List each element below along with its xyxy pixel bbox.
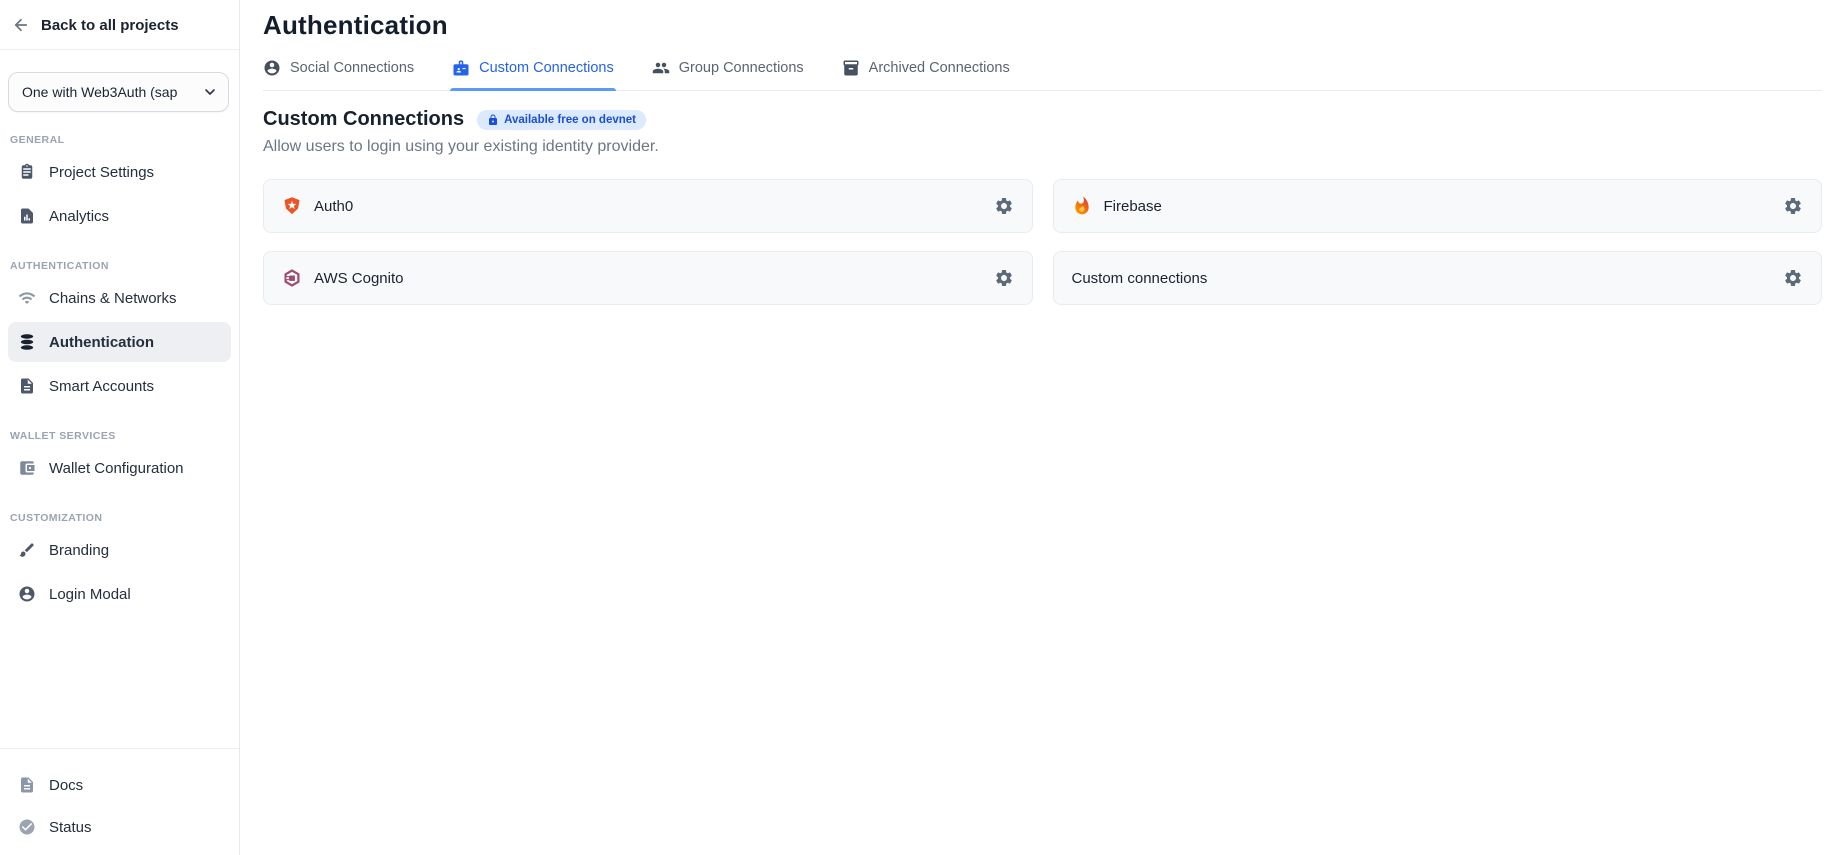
card-label: Custom connections [1072, 270, 1208, 287]
sidebar-item-project-settings[interactable]: Project Settings [8, 152, 231, 192]
tab-label: Archived Connections [869, 60, 1010, 76]
sidebar: Back to all projects One with Web3Auth (… [0, 0, 240, 855]
section-label-general: GENERAL [10, 134, 239, 146]
user-circle-icon [263, 59, 281, 77]
back-to-projects-button[interactable]: Back to all projects [0, 0, 239, 49]
firebase-logo-icon [1072, 196, 1092, 216]
gear-icon [994, 268, 1014, 288]
users-icon [652, 59, 670, 77]
card-auth0[interactable]: Auth0 [263, 179, 1033, 233]
sidebar-item-label: Authentication [49, 334, 154, 351]
chevron-down-icon [202, 84, 218, 100]
back-label: Back to all projects [41, 17, 179, 34]
tab-label: Group Connections [679, 60, 804, 76]
card-label: Auth0 [314, 198, 353, 215]
docs-icon [18, 776, 36, 794]
archive-icon [842, 59, 860, 77]
wallet-icon [18, 459, 36, 477]
sidebar-item-smart-accounts[interactable]: Smart Accounts [8, 366, 231, 406]
sidebar-item-label: Chains & Networks [49, 290, 177, 307]
card-firebase[interactable]: Firebase [1053, 179, 1823, 233]
aws-cognito-settings-button[interactable] [990, 264, 1018, 292]
tab-social-connections[interactable]: Social Connections [263, 59, 414, 90]
section-label-wallet-services: WALLET SERVICES [10, 430, 239, 442]
sidebar-item-authentication[interactable]: Authentication [8, 322, 231, 362]
custom-connections-settings-button[interactable] [1779, 264, 1807, 292]
sidebar-divider [0, 49, 239, 50]
sidebar-spacer [0, 616, 239, 748]
analytics-doc-icon [18, 207, 36, 225]
tab-archived-connections[interactable]: Archived Connections [842, 59, 1010, 90]
clipboard-icon [18, 163, 36, 181]
lock-icon [487, 114, 499, 126]
main-content: Authentication Social Connections Custom… [240, 0, 1840, 855]
project-selector-value: One with Web3Auth (sap [22, 84, 196, 100]
sidebar-item-status[interactable]: Status [8, 807, 231, 847]
tab-group-connections[interactable]: Group Connections [652, 59, 804, 90]
card-label: Firebase [1104, 198, 1162, 215]
tab-label: Custom Connections [479, 60, 614, 76]
sidebar-item-label: Login Modal [49, 586, 131, 603]
page-title: Authentication [263, 10, 1822, 41]
sidebar-item-branding[interactable]: Branding [8, 530, 231, 570]
firebase-settings-button[interactable] [1779, 192, 1807, 220]
sidebar-item-docs[interactable]: Docs [8, 765, 231, 805]
sidebar-item-label: Analytics [49, 208, 109, 225]
gear-icon [994, 196, 1014, 216]
card-custom-connections[interactable]: Custom connections [1053, 251, 1823, 305]
sidebar-item-label: Branding [49, 542, 109, 559]
auth0-settings-button[interactable] [990, 192, 1018, 220]
aws-cognito-logo-icon [282, 268, 302, 288]
sidebar-item-label: Wallet Configuration [49, 460, 184, 477]
gear-icon [1783, 268, 1803, 288]
section-description: Allow users to login using your existing… [263, 138, 1822, 156]
document-icon [18, 377, 36, 395]
badge-label: Available free on devnet [504, 114, 636, 126]
connection-cards-grid: Auth0 Firebase [263, 179, 1822, 305]
tab-label: Social Connections [290, 60, 414, 76]
sidebar-item-wallet-configuration[interactable]: Wallet Configuration [8, 448, 231, 488]
section-heading: Custom Connections [263, 108, 464, 131]
sidebar-item-label: Status [49, 819, 92, 836]
tab-bar: Social Connections Custom Connections Gr… [263, 59, 1822, 91]
sidebar-item-label: Project Settings [49, 164, 154, 181]
database-stack-icon [18, 333, 36, 351]
section-header: Custom Connections Available free on dev… [263, 108, 1822, 131]
tab-custom-connections[interactable]: Custom Connections [452, 59, 614, 90]
sidebar-item-chains-networks[interactable]: Chains & Networks [8, 278, 231, 318]
sidebar-item-login-modal[interactable]: Login Modal [8, 574, 231, 614]
section-label-authentication: AUTHENTICATION [10, 260, 239, 272]
project-selector-dropdown[interactable]: One with Web3Auth (sap [8, 72, 229, 112]
card-label: AWS Cognito [314, 270, 403, 287]
badge-icon [452, 59, 470, 77]
wifi-icon [18, 289, 36, 307]
devnet-badge: Available free on devnet [477, 110, 646, 130]
sidebar-footer: Docs Status [0, 749, 239, 855]
card-aws-cognito[interactable]: AWS Cognito [263, 251, 1033, 305]
auth0-logo-icon [282, 196, 302, 216]
gear-icon [1783, 196, 1803, 216]
brush-icon [18, 541, 36, 559]
arrow-left-icon [12, 16, 30, 34]
sidebar-item-analytics[interactable]: Analytics [8, 196, 231, 236]
sidebar-item-label: Smart Accounts [49, 378, 154, 395]
sidebar-item-label: Docs [49, 777, 83, 794]
section-label-customization: CUSTOMIZATION [10, 512, 239, 524]
user-circle-icon [18, 585, 36, 603]
check-circle-icon [18, 818, 36, 836]
